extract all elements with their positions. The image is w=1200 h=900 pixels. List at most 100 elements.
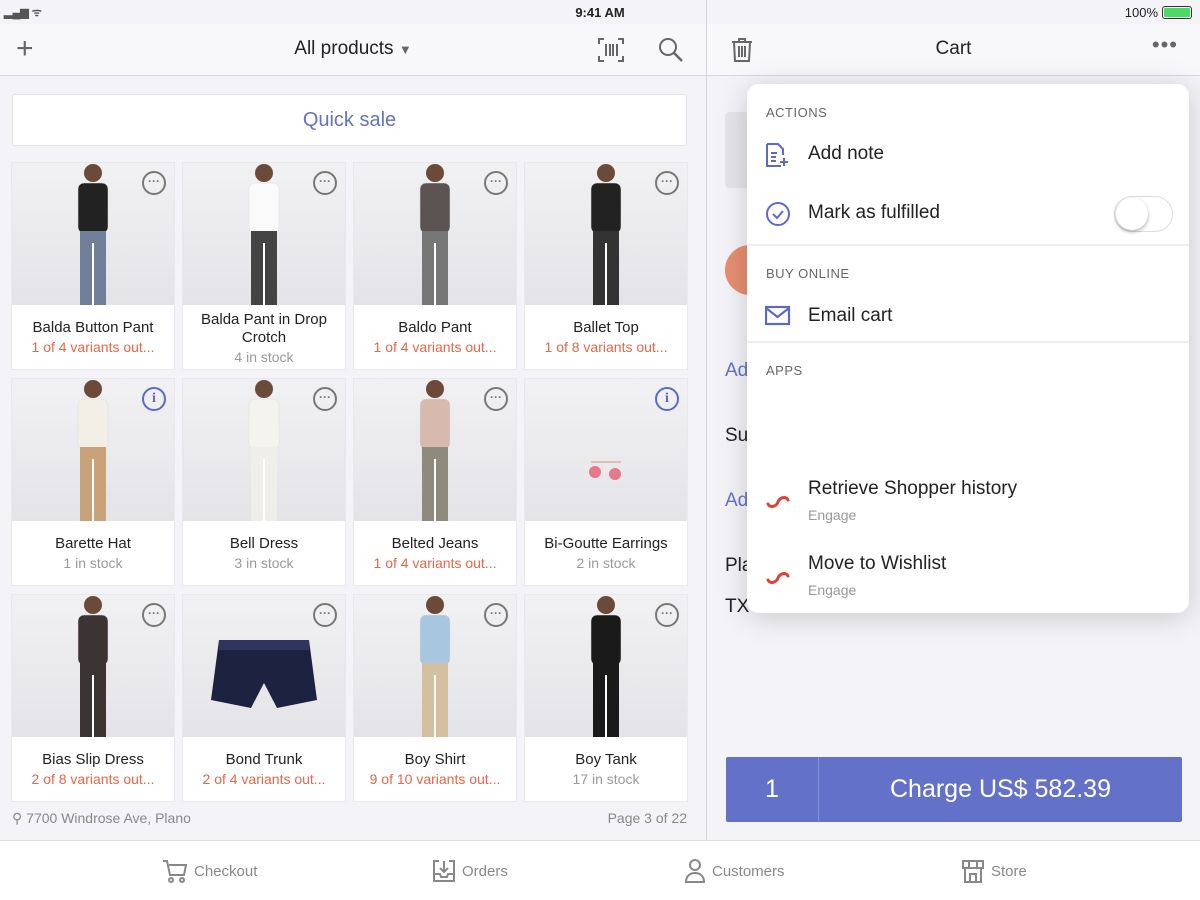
product-image-area: ···	[354, 595, 516, 737]
product-tile[interactable]: ··· Bond Trunk 2 of 4 variants out...	[183, 595, 345, 801]
products-header: + All products ▼	[0, 24, 706, 76]
product-image-area: ···	[12, 163, 174, 305]
product-name: Bond Trunk	[225, 751, 303, 768]
product-stock: 2 of 4 variants out...	[202, 771, 326, 787]
product-name: Balda Pant in Drop Crotch	[201, 311, 327, 346]
product-name: Baldo Pant	[398, 319, 472, 336]
product-tile[interactable]: ··· Balda Pant in Drop Crotch 4 in stock	[183, 163, 345, 369]
product-image	[419, 596, 451, 737]
product-image-area: ···	[183, 163, 345, 305]
more-options-icon[interactable]: ···	[313, 603, 337, 627]
app-name: Engage	[808, 507, 857, 523]
product-stock: 4 in stock	[234, 349, 294, 365]
product-tile[interactable]: ··· Bias Slip Dress 2 of 8 variants out.…	[12, 595, 174, 801]
engage-app-icon	[766, 572, 790, 584]
more-options-icon[interactable]: ···	[484, 603, 508, 627]
tab-store[interactable]: Store	[961, 859, 1027, 883]
product-image-area: ···	[183, 379, 345, 521]
product-name: Balda Button Pant	[32, 319, 154, 336]
clock: 9:41 AM	[575, 5, 625, 20]
product-stock: 1 of 4 variants out...	[31, 339, 155, 355]
product-tile[interactable]: ··· Balda Button Pant 1 of 4 variants ou…	[12, 163, 174, 369]
product-name: Bell Dress	[229, 535, 299, 552]
more-options-icon[interactable]: ···	[484, 171, 508, 195]
tab-checkout[interactable]: Checkout	[162, 859, 257, 883]
product-name: Boy Shirt	[404, 751, 466, 768]
product-tile[interactable]: ··· Baldo Pant 1 of 4 variants out...	[354, 163, 516, 369]
cart-link[interactable]: Ad	[725, 360, 748, 382]
products-panel: + All products ▼ Quick sale ··· Balda Bu…	[0, 0, 706, 840]
more-options-icon[interactable]: ···	[313, 171, 337, 195]
product-name: Bi-Goutte Earrings	[544, 535, 668, 552]
product-image	[419, 164, 451, 305]
menu-item-label: Email cart	[808, 305, 893, 326]
product-tile[interactable]: ··· Ballet Top 1 of 8 variants out...	[525, 163, 687, 369]
section-header-buy-online: BUY ONLINE	[766, 266, 850, 281]
product-image	[77, 164, 109, 305]
charge-button[interactable]: 1 Charge US$ 582.39	[726, 757, 1182, 822]
product-tile[interactable]: ··· Boy Shirt 9 of 10 variants out...	[354, 595, 516, 801]
more-options-icon[interactable]: ···	[655, 171, 679, 195]
product-name: Barette Hat	[55, 535, 131, 552]
store-icon	[962, 860, 984, 883]
more-options-icon[interactable]: ···	[142, 603, 166, 627]
cart-link[interactable]: Ad	[725, 490, 748, 512]
more-options-icon[interactable]: ···	[142, 171, 166, 195]
product-image-area: ···	[12, 595, 174, 737]
page-title: All products	[294, 38, 394, 59]
product-tile[interactable]: ··· Bell Dress 3 in stock	[183, 379, 345, 585]
more-options-icon[interactable]: ···	[655, 603, 679, 627]
menu-item-label: Move to Wishlist	[808, 553, 947, 574]
footer: ⚲ 7700 Windrose Ave, Plano Page 3 of 22	[12, 810, 687, 827]
product-image-area: i	[12, 379, 174, 521]
section-header-apps: APPS	[766, 363, 803, 378]
search-icon[interactable]	[658, 37, 684, 63]
store-location: 7700 Windrose Ave, Plano	[26, 810, 191, 826]
product-image-area: i	[525, 379, 687, 521]
quick-sale-button[interactable]: Quick sale	[12, 94, 687, 146]
battery-percent: 100%	[1124, 5, 1158, 20]
product-stock: 2 of 8 variants out...	[31, 771, 155, 787]
section-header-actions: ACTIONS	[766, 105, 828, 120]
info-icon[interactable]: i	[142, 387, 166, 411]
envelope-icon	[765, 305, 791, 326]
product-name: Bias Slip Dress	[42, 751, 144, 768]
menu-item-email-cart[interactable]: Email cart	[747, 291, 1189, 341]
menu-item-retrieve-shopper-history[interactable]: Retrieve Shopper history Engage	[747, 474, 1189, 534]
product-tile[interactable]: i Barette Hat 1 in stock	[12, 379, 174, 585]
product-name: Belted Jeans	[391, 535, 479, 552]
chevron-down-icon: ▼	[398, 42, 412, 57]
more-options-icon[interactable]: ···	[313, 387, 337, 411]
cart-header: Cart •••	[707, 24, 1200, 76]
product-stock: 1 of 4 variants out...	[373, 339, 497, 355]
menu-item-add-note[interactable]: Add note	[747, 130, 1189, 180]
product-tile[interactable]: ··· Boy Tank 17 in stock	[525, 595, 687, 801]
barcode-icon[interactable]	[598, 38, 624, 62]
add-note-icon	[766, 143, 788, 167]
tab-label: Customers	[712, 862, 785, 880]
person-icon	[684, 859, 706, 883]
product-name: Ballet Top	[573, 319, 639, 336]
more-options-icon[interactable]: •••	[1152, 32, 1178, 58]
more-options-icon[interactable]: ···	[484, 387, 508, 411]
cart-subtotal-label: Su	[725, 425, 749, 446]
battery-icon	[1162, 6, 1192, 19]
menu-item-move-to-wishlist[interactable]: Move to Wishlist Engage	[747, 550, 1189, 610]
product-stock: 1 in stock	[63, 555, 123, 571]
orders-icon	[433, 860, 455, 882]
product-image-area: ···	[354, 379, 516, 521]
product-tile[interactable]: ··· Belted Jeans 1 of 4 variants out...	[354, 379, 516, 585]
tab-label: Store	[991, 862, 1027, 880]
mark-fulfilled-toggle[interactable]	[1114, 196, 1173, 232]
cart-quantity: 1	[726, 757, 819, 822]
tab-orders[interactable]: Orders	[432, 859, 508, 883]
product-image	[419, 380, 451, 521]
product-image	[77, 380, 109, 521]
tab-customers[interactable]: Customers	[684, 859, 785, 883]
app-name: Engage	[808, 582, 857, 598]
engage-app-icon	[766, 496, 790, 508]
info-icon[interactable]: i	[655, 387, 679, 411]
location-pin-icon: ⚲	[12, 810, 23, 826]
product-stock: 2 in stock	[576, 555, 636, 571]
product-tile[interactable]: i Bi-Goutte Earrings 2 in stock	[525, 379, 687, 585]
